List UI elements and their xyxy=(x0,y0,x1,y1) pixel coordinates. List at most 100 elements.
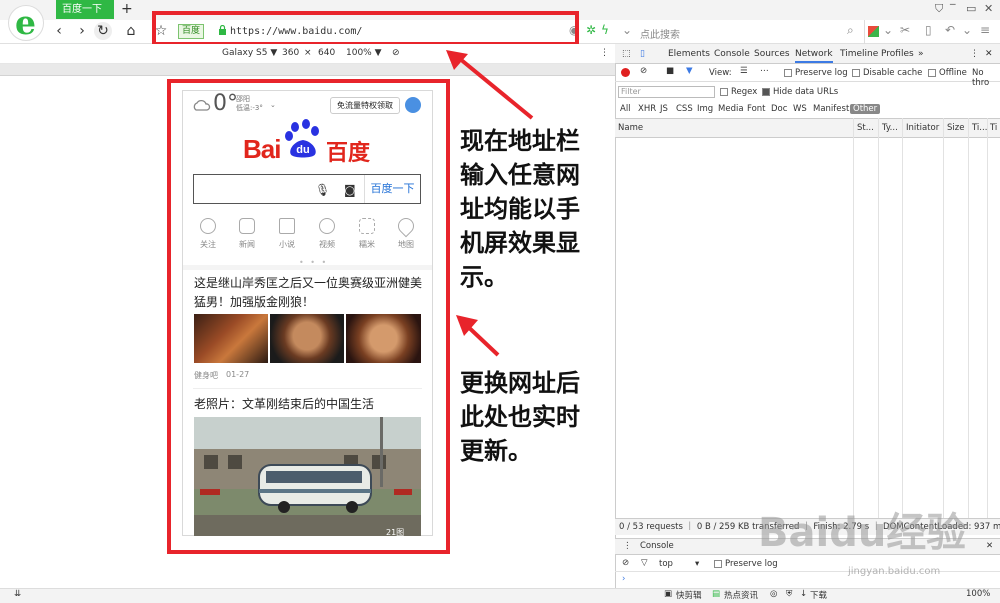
list-view-icon[interactable]: ☰ xyxy=(740,66,748,76)
forward-icon[interactable]: › xyxy=(73,22,91,40)
rotate-icon[interactable]: ⊘ xyxy=(392,48,400,58)
annotation-bottom: 更换网址后 此处也实时 更新。 xyxy=(460,369,580,465)
col-divider xyxy=(878,118,879,518)
chevron-down-icon[interactable]: ▾ xyxy=(695,559,699,569)
tab-timeline[interactable]: Timeline xyxy=(840,49,878,59)
devtools-menu-icon[interactable]: ⋮ xyxy=(970,49,979,59)
console-context-select[interactable]: top xyxy=(659,559,673,569)
tab-network[interactable]: Network xyxy=(795,49,833,63)
zoom-level[interactable]: 100% xyxy=(966,589,990,599)
col-divider xyxy=(987,118,988,518)
tab-elements[interactable]: Elements xyxy=(668,49,710,59)
filter-input[interactable]: Filter xyxy=(618,86,715,98)
col-size[interactable]: Size xyxy=(947,123,964,133)
filter-icon[interactable]: ▼ xyxy=(686,66,693,76)
menu-icon[interactable]: ≡ xyxy=(980,23,990,37)
col-status[interactable]: St... xyxy=(857,123,874,133)
type-all[interactable]: All xyxy=(620,104,631,114)
col-name[interactable]: Name xyxy=(618,123,643,133)
drawer-close-icon[interactable]: ✕ xyxy=(986,541,993,551)
type-css[interactable]: CSS xyxy=(676,104,693,114)
apps-chevron-icon[interactable]: ⌄ xyxy=(883,23,893,37)
record-icon[interactable] xyxy=(621,68,630,77)
apps-icon[interactable] xyxy=(868,26,879,37)
col-time[interactable]: Ti... xyxy=(972,123,987,133)
console-filter-icon[interactable]: ▽ xyxy=(641,558,648,568)
col-timeline[interactable]: Ti xyxy=(990,123,997,133)
device-height[interactable]: 640 xyxy=(318,48,335,58)
download-icon: ↓ xyxy=(800,589,808,599)
minimize-icon[interactable]: ‾ xyxy=(950,2,956,15)
search-input[interactable]: 点此搜索 xyxy=(640,26,680,41)
scissors-icon[interactable]: ✂ xyxy=(900,23,910,37)
shirt-icon[interactable]: ⛉ xyxy=(935,2,943,16)
type-img[interactable]: Img xyxy=(697,104,713,114)
hide-data-urls-checkbox[interactable]: Hide data URLs xyxy=(762,87,838,97)
console-clear-icon[interactable]: ⊘ xyxy=(622,558,629,568)
console-preserve-checkbox[interactable]: Preserve log xyxy=(714,559,778,569)
browser-status-bar xyxy=(0,588,1000,603)
devtools-close-icon[interactable]: ✕ xyxy=(985,49,993,59)
console-drawer-tab[interactable]: Console xyxy=(640,541,674,551)
search-icon[interactable]: ⌕ xyxy=(847,23,854,38)
quick-clip-button[interactable]: 快剪辑 xyxy=(676,589,702,601)
back-icon[interactable]: ‹ xyxy=(50,22,68,40)
device-width[interactable]: 360 xyxy=(282,48,299,58)
new-tab-button[interactable]: + xyxy=(121,0,133,18)
tab-more[interactable]: » xyxy=(918,49,924,59)
undo-icon[interactable]: ↶ xyxy=(945,23,955,37)
disable-cache-checkbox[interactable]: Disable cache xyxy=(852,68,922,78)
type-ws[interactable]: WS xyxy=(793,104,807,114)
expand-icon[interactable]: ⇊ xyxy=(14,589,21,599)
tab-baidu[interactable]: 百度一下 xyxy=(56,0,114,19)
device-select[interactable]: Galaxy S5 ▼ xyxy=(222,48,277,58)
close-icon[interactable]: ✕ xyxy=(984,2,993,15)
downloads-button[interactable]: 下载 xyxy=(810,589,827,601)
preserve-log-checkbox[interactable]: Preserve log xyxy=(784,68,848,78)
hot-news-button[interactable]: 热点资讯 xyxy=(724,589,758,601)
zoom-select[interactable]: 100% ▼ xyxy=(346,48,382,58)
maximize-icon[interactable]: ▭ xyxy=(966,2,976,15)
undo-chevron-icon[interactable]: ⌄ xyxy=(962,23,972,37)
type-xhr[interactable]: XHR xyxy=(638,104,656,114)
video-clip-icon: ▣ xyxy=(664,589,673,599)
type-js[interactable]: JS xyxy=(660,104,668,114)
tab-profiles[interactable]: Profiles xyxy=(881,49,914,59)
regex-checkbox[interactable]: Regex xyxy=(720,87,757,97)
col-divider xyxy=(902,118,903,518)
col-initiator[interactable]: Initiator xyxy=(906,123,939,133)
throttle-select[interactable]: No thro xyxy=(972,68,1000,88)
tab-sources[interactable]: Sources xyxy=(754,49,790,59)
baidu-jingyan-watermark: Baidu经验 xyxy=(758,510,967,556)
type-other[interactable]: Other xyxy=(850,104,881,114)
col-divider xyxy=(968,118,969,518)
watermark-url: jingyan.baidu.com xyxy=(848,566,941,577)
offline-checkbox[interactable]: Offline xyxy=(928,68,967,78)
type-font[interactable]: Font xyxy=(747,104,766,114)
type-media[interactable]: Media xyxy=(718,104,744,114)
view-label: View: xyxy=(709,68,732,78)
more-icon[interactable]: ⋮ xyxy=(600,48,609,58)
console-prompt[interactable]: › xyxy=(622,574,625,584)
browser-logo: e xyxy=(8,3,44,42)
globe-icon[interactable]: ◎ xyxy=(770,589,777,599)
refresh-icon[interactable]: ↻ xyxy=(94,22,112,40)
camera-icon[interactable]: ■ xyxy=(666,66,674,76)
chevron-down-icon[interactable]: ⌄ xyxy=(622,23,632,37)
waterfall-icon[interactable]: ⋯ xyxy=(760,66,769,76)
lightning-icon[interactable]: ϟ xyxy=(601,23,609,37)
type-manifest[interactable]: Manifest xyxy=(813,104,849,114)
device-mode-icon[interactable]: ▯ xyxy=(640,49,645,59)
shield-icon[interactable]: ⛨ xyxy=(786,589,792,599)
tab-console[interactable]: Console xyxy=(714,49,750,59)
home-icon[interactable]: ⌂ xyxy=(122,22,140,40)
drawer-menu-icon[interactable]: ⋮ xyxy=(623,541,632,551)
clear-icon[interactable]: ⊘ xyxy=(640,66,647,76)
type-doc[interactable]: Doc xyxy=(771,104,787,114)
phone-highlight-box xyxy=(167,79,450,554)
col-type[interactable]: Ty... xyxy=(882,123,898,133)
inspect-icon[interactable]: ⬚ xyxy=(622,49,631,59)
news-icon: ▤ xyxy=(712,589,721,599)
phone-icon[interactable]: ▯ xyxy=(925,23,932,37)
gear-icon[interactable]: ✲ xyxy=(586,23,596,37)
